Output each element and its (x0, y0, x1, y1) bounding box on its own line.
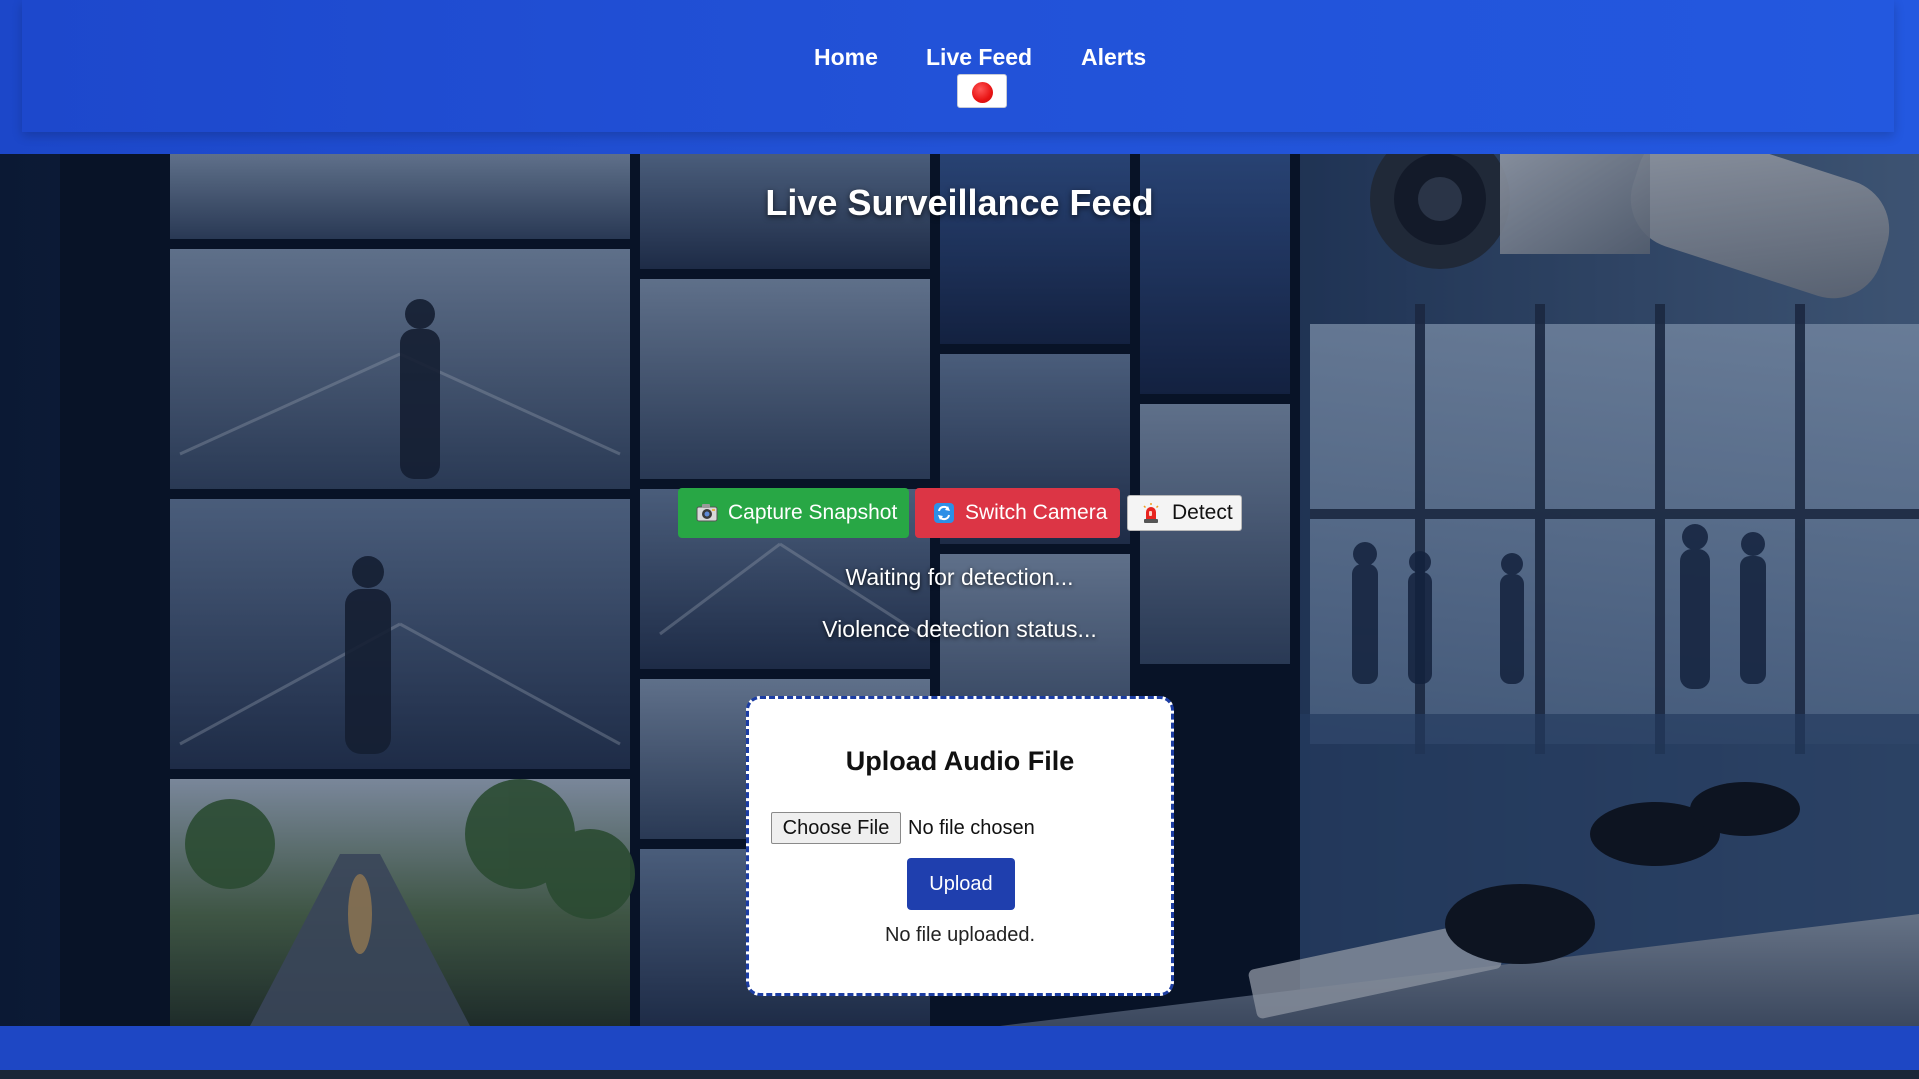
upload-status-text: No file uploaded. (884, 924, 1036, 946)
live-feed-section: Live Surveillance Feed Capture Snapshot … (0, 154, 1919, 1026)
detect-label: Detect (1172, 501, 1233, 524)
upload-button[interactable]: Upload (907, 858, 1015, 910)
upload-title: Upload Audio File (845, 746, 1075, 776)
bottom-strip (0, 1070, 1919, 1079)
choose-file-button[interactable]: Choose File (771, 812, 901, 844)
camera-icon (696, 504, 718, 522)
upload-audio-card: Upload Audio File Choose File No file ch… (746, 696, 1174, 996)
nav-live-feed-link[interactable]: Live Feed (926, 44, 1032, 71)
switch-camera-button[interactable]: Switch Camera (915, 488, 1120, 538)
file-chosen-status: No file chosen (908, 816, 1035, 839)
switch-camera-label: Switch Camera (965, 501, 1108, 524)
nav-alerts-link[interactable]: Alerts (1081, 44, 1146, 71)
violence-status-text: Violence detection status... (822, 616, 1097, 642)
file-input-row: Choose File No file chosen (771, 812, 1035, 844)
footer-bar (0, 1026, 1919, 1070)
navbar: Home Live Feed Alerts (22, 0, 1894, 132)
page-title: Live Surveillance Feed (765, 182, 1154, 223)
switch-camera-icon (934, 503, 954, 523)
detect-button[interactable]: Detect (1127, 495, 1242, 531)
capture-snapshot-button[interactable]: Capture Snapshot (678, 488, 909, 538)
top-header: Home Live Feed Alerts (0, 0, 1919, 154)
record-button[interactable] (957, 74, 1007, 108)
nav-home-link[interactable]: Home (814, 44, 878, 71)
capture-snapshot-label: Capture Snapshot (728, 501, 898, 524)
siren-icon (1143, 503, 1159, 523)
detection-status-text: Waiting for detection... (845, 564, 1074, 590)
record-dot-icon (972, 82, 993, 103)
